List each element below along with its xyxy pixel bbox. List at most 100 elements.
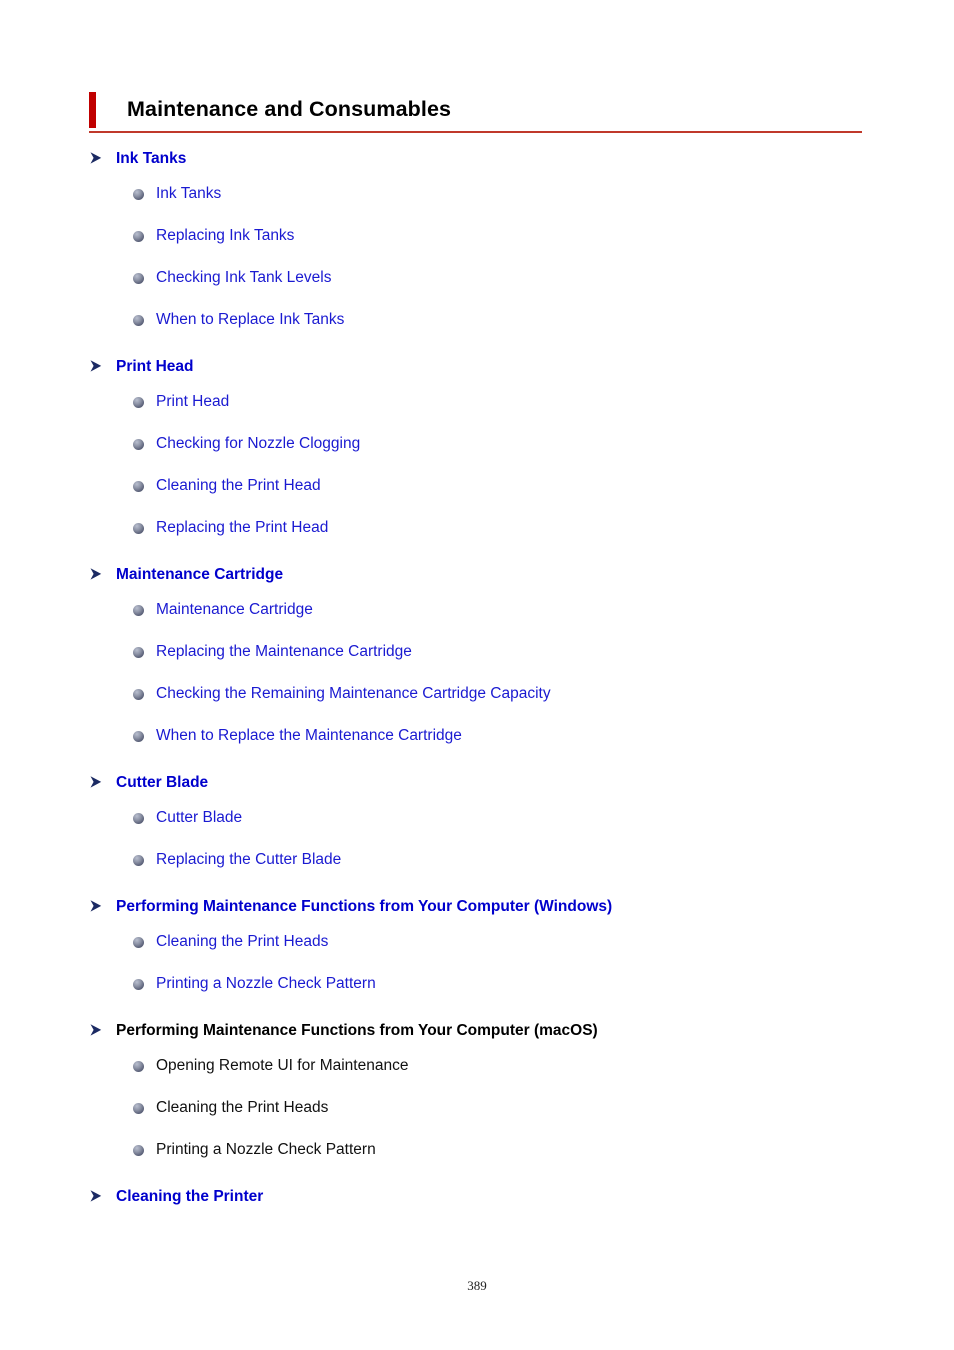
sphere-bullet-icon <box>133 937 144 948</box>
list-item: Opening Remote UI for Maintenance <box>89 1041 889 1083</box>
toc-item-label: Printing a Nozzle Check Pattern <box>156 1141 376 1158</box>
list-item[interactable]: Checking for Nozzle Clogging <box>89 419 889 461</box>
toc-section: Ink Tanks Ink Tanks Replacing Ink Tanks Che… <box>89 149 889 337</box>
sphere-bullet-icon <box>133 523 144 534</box>
page-number: 389 <box>467 1278 487 1293</box>
list-item: Printing a Nozzle Check Pattern <box>89 1125 889 1167</box>
list-item[interactable]: Print Head <box>89 377 889 419</box>
arrow-right-icon <box>89 151 103 169</box>
toc-item-label[interactable]: Replacing the Print Head <box>144 518 328 538</box>
list-item[interactable]: When to Replace the Maintenance Cartridg… <box>89 711 889 753</box>
arrow-right-icon <box>89 775 103 793</box>
list-item[interactable]: Replacing the Cutter Blade <box>89 835 889 877</box>
toc-item-label[interactable]: Replacing the Cutter Blade <box>144 850 341 870</box>
toc-section: Cutter Blade Cutter Blade Replacing the Cu… <box>89 773 889 877</box>
sphere-bullet-icon <box>133 731 144 742</box>
table-of-contents: Ink Tanks Ink Tanks Replacing Ink Tanks Che… <box>89 149 889 1207</box>
page-title: Maintenance and Consumables <box>127 97 452 122</box>
list-item[interactable]: Replacing the Print Head <box>89 503 889 545</box>
toc-item-list: Opening Remote UI for Maintenance Cleanin… <box>89 1041 889 1167</box>
toc-section: Maintenance Cartridge Maintenance Cartrid… <box>89 565 889 753</box>
toc-item-label[interactable]: Printing a Nozzle Check Pattern <box>144 974 376 994</box>
toc-section: Performing Maintenance Functions from Yo… <box>89 1021 889 1167</box>
sphere-bullet-icon <box>133 315 144 326</box>
list-item[interactable]: Checking the Remaining Maintenance Cartr… <box>89 669 889 711</box>
toc-section-label[interactable]: Performing Maintenance Functions from Yo… <box>103 897 612 917</box>
sphere-bullet-icon <box>133 273 144 284</box>
list-item[interactable]: Ink Tanks <box>89 169 889 211</box>
list-item[interactable]: Cleaning the Print Head <box>89 461 889 503</box>
list-item: Cleaning the Print Heads <box>89 1083 889 1125</box>
toc-item-label[interactable]: Replacing the Maintenance Cartridge <box>144 642 412 662</box>
arrow-right-icon <box>89 1189 103 1207</box>
sphere-bullet-icon <box>133 855 144 866</box>
toc-section-label[interactable]: Cutter Blade <box>103 773 208 793</box>
toc-item-label[interactable]: Checking the Remaining Maintenance Cartr… <box>144 684 551 704</box>
list-item[interactable]: Cutter Blade <box>89 793 889 835</box>
toc-item-label[interactable]: Cleaning the Print Heads <box>144 932 328 952</box>
toc-item-label[interactable]: Print Head <box>144 392 229 412</box>
sphere-bullet-icon <box>133 647 144 658</box>
toc-item-list: Cleaning the Print Heads Printing a Nozzl… <box>89 917 889 1001</box>
sphere-bullet-icon <box>133 689 144 700</box>
toc-item-label[interactable]: When to Replace Ink Tanks <box>144 310 344 330</box>
toc-item-label: Opening Remote UI for Maintenance <box>156 1057 409 1074</box>
toc-section-heading[interactable]: Ink Tanks <box>89 149 889 169</box>
toc-section: Print Head Print Head Checking for Nozzle … <box>89 357 889 545</box>
title-divider <box>89 131 862 133</box>
arrow-right-icon <box>89 359 103 377</box>
arrow-right-icon <box>89 567 103 585</box>
toc-item-label: Cleaning the Print Heads <box>156 1099 329 1116</box>
toc-item-label[interactable]: Maintenance Cartridge <box>144 600 313 620</box>
toc-section: Cleaning the Printer <box>89 1187 889 1207</box>
toc-section-heading[interactable]: Performing Maintenance Functions from Yo… <box>89 897 889 917</box>
sphere-bullet-icon <box>133 439 144 450</box>
toc-section-heading[interactable]: Cutter Blade <box>89 773 889 793</box>
toc-section: Performing Maintenance Functions from Yo… <box>89 897 889 1001</box>
toc-section-heading[interactable]: Maintenance Cartridge <box>89 565 889 585</box>
toc-item-label[interactable]: When to Replace the Maintenance Cartridg… <box>144 726 462 746</box>
list-item[interactable]: Replacing the Maintenance Cartridge <box>89 627 889 669</box>
list-item[interactable]: When to Replace Ink Tanks <box>89 295 889 337</box>
sphere-bullet-icon <box>133 231 144 242</box>
toc-item-list: Print Head Checking for Nozzle Clogging Cl… <box>89 377 889 545</box>
toc-item-label[interactable]: Ink Tanks <box>144 184 221 204</box>
sphere-bullet-icon <box>133 397 144 408</box>
list-item[interactable]: Cleaning the Print Heads <box>89 917 889 959</box>
toc-item-label[interactable]: Replacing Ink Tanks <box>144 226 294 246</box>
toc-section-heading[interactable]: Cleaning the Printer <box>89 1187 889 1207</box>
toc-section-label: Performing Maintenance Functions from Yo… <box>116 1022 598 1039</box>
toc-item-list: Maintenance Cartridge Replacing the Maint… <box>89 585 889 753</box>
list-item[interactable]: Maintenance Cartridge <box>89 585 889 627</box>
sphere-bullet-icon <box>133 1103 144 1114</box>
sphere-bullet-icon <box>133 1061 144 1072</box>
toc-section-label[interactable]: Cleaning the Printer <box>103 1187 263 1207</box>
toc-item-label[interactable]: Cleaning the Print Head <box>144 476 321 496</box>
sphere-bullet-icon <box>133 605 144 616</box>
toc-item-label[interactable]: Checking Ink Tank Levels <box>144 268 331 288</box>
list-item[interactable]: Checking Ink Tank Levels <box>89 253 889 295</box>
sphere-bullet-icon <box>133 813 144 824</box>
toc-item-list: Ink Tanks Replacing Ink Tanks Checking Ink… <box>89 169 889 337</box>
toc-section-label[interactable]: Ink Tanks <box>103 149 186 169</box>
toc-section-label[interactable]: Maintenance Cartridge <box>103 565 283 585</box>
toc-item-label[interactable]: Cutter Blade <box>144 808 242 828</box>
toc-section-heading[interactable]: Print Head <box>89 357 889 377</box>
document-page: Maintenance and Consumables Ink Tanks Ink… <box>0 0 954 1350</box>
sphere-bullet-icon <box>133 481 144 492</box>
toc-item-label[interactable]: Checking for Nozzle Clogging <box>144 434 360 454</box>
arrow-right-icon <box>89 1023 103 1041</box>
list-item[interactable]: Replacing Ink Tanks <box>89 211 889 253</box>
toc-item-list: Cutter Blade Replacing the Cutter Blade <box>89 793 889 877</box>
list-item[interactable]: Printing a Nozzle Check Pattern <box>89 959 889 1001</box>
page-header: Maintenance and Consumables <box>89 92 862 133</box>
arrow-right-icon <box>89 899 103 917</box>
toc-section-label[interactable]: Print Head <box>103 357 194 377</box>
sphere-bullet-icon <box>133 189 144 200</box>
